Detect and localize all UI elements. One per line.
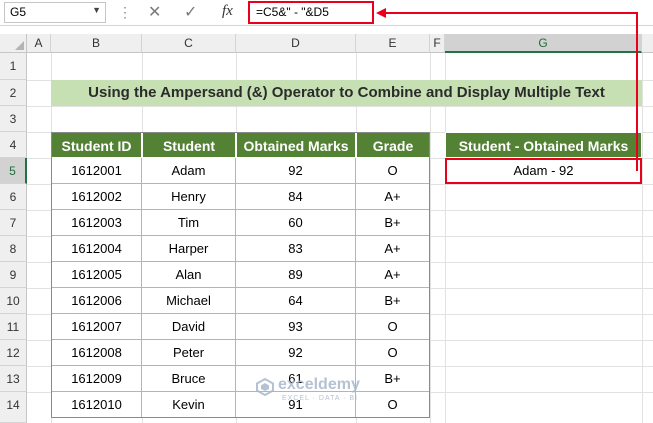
sheet-title[interactable]: Using the Ampersand (&) Operator to Comb… [51, 80, 642, 106]
header-student-obtained-marks[interactable]: Student - Obtained Marks [445, 132, 642, 158]
cell-grade[interactable]: A+ [356, 262, 430, 288]
select-all-button[interactable] [0, 34, 27, 53]
column-header-d[interactable]: D [236, 34, 356, 53]
column-header-e[interactable]: E [356, 34, 430, 53]
cell-student[interactable]: Adam [142, 158, 236, 184]
cell-student[interactable]: Kevin [142, 392, 236, 418]
cell-grade[interactable]: B+ [356, 288, 430, 314]
cell-student[interactable]: Bruce [142, 366, 236, 392]
cell-student-id[interactable]: 1612005 [51, 262, 142, 288]
column-header-h-partial[interactable] [642, 34, 653, 53]
name-box-value: G5 [10, 5, 27, 19]
row-header-10[interactable]: 10 [0, 288, 27, 314]
column-header-a[interactable]: A [27, 34, 51, 53]
column-header-f[interactable]: F [430, 34, 445, 53]
splitter-handle-icon[interactable]: ⋮ [118, 4, 132, 21]
chevron-down-icon[interactable]: ▼ [92, 5, 101, 15]
formula-text: =C5&" - "&D5 [256, 5, 329, 19]
exceldemy-logo-icon [256, 378, 274, 396]
row-header-8[interactable]: 8 [0, 236, 27, 262]
row-header-14[interactable]: 14 [0, 392, 27, 423]
name-box[interactable]: G5 ▼ [4, 2, 106, 23]
cell-student-id[interactable]: 1612002 [51, 184, 142, 210]
watermark-tagline: EXCEL · DATA · BI [282, 395, 358, 402]
cell-student-id[interactable]: 1612004 [51, 236, 142, 262]
formula-input[interactable]: =C5&" - "&D5 [248, 1, 374, 24]
formula-bar: G5 ▼ ⋮ ✕ ✓ fx =C5&" - "&D5 [0, 0, 653, 26]
cancel-icon[interactable]: ✕ [148, 2, 161, 22]
cell-obtained-marks[interactable]: 92 [236, 158, 356, 184]
row-header-5[interactable]: 5 [0, 158, 27, 184]
cell-student-id[interactable]: 1612008 [51, 340, 142, 366]
header-grade[interactable]: Grade [356, 132, 430, 158]
cell-grade[interactable]: B+ [356, 366, 430, 392]
cell-grade[interactable]: O [356, 158, 430, 184]
row-header-4[interactable]: 4 [0, 132, 27, 158]
cell-student[interactable]: Michael [142, 288, 236, 314]
cell-grade[interactable]: O [356, 392, 430, 418]
cell-student[interactable]: Harper [142, 236, 236, 262]
watermark-name: exceldemy [278, 376, 360, 393]
cell-obtained-marks[interactable]: 84 [236, 184, 356, 210]
cell-obtained-marks[interactable]: 60 [236, 210, 356, 236]
row-header-2[interactable]: 2 [0, 80, 27, 106]
cell-student[interactable]: Alan [142, 262, 236, 288]
cell-grade[interactable]: A+ [356, 236, 430, 262]
cell-obtained-marks[interactable]: 93 [236, 314, 356, 340]
cell-obtained-marks[interactable]: 92 [236, 340, 356, 366]
row-header-7[interactable]: 7 [0, 210, 27, 236]
cell-grade[interactable]: O [356, 340, 430, 366]
row-header-1[interactable]: 1 [0, 53, 27, 80]
row-header-11[interactable]: 11 [0, 314, 27, 340]
cell-obtained-marks[interactable]: 64 [236, 288, 356, 314]
row-header-13[interactable]: 13 [0, 366, 27, 392]
cell-student[interactable]: Peter [142, 340, 236, 366]
cell-grade[interactable]: O [356, 314, 430, 340]
header-student[interactable]: Student [142, 132, 236, 158]
header-student-id[interactable]: Student ID [51, 132, 142, 158]
column-header-c[interactable]: C [142, 34, 236, 53]
column-header-b[interactable]: B [51, 34, 142, 53]
row-header-6[interactable]: 6 [0, 184, 27, 210]
cell-student-id[interactable]: 1612003 [51, 210, 142, 236]
cell-student[interactable]: Henry [142, 184, 236, 210]
row-header-9[interactable]: 9 [0, 262, 27, 288]
cell-student-id[interactable]: 1612009 [51, 366, 142, 392]
cell-student-id[interactable]: 1612001 [51, 158, 142, 184]
header-obtained-marks[interactable]: Obtained Marks [236, 132, 356, 158]
cell-student-id[interactable]: 1612010 [51, 392, 142, 418]
row-header-3[interactable]: 3 [0, 106, 27, 132]
cell-student[interactable]: David [142, 314, 236, 340]
cell-obtained-marks[interactable]: 89 [236, 262, 356, 288]
cell-grade[interactable]: A+ [356, 184, 430, 210]
column-header-g[interactable]: G [445, 34, 642, 53]
cell-g5-result[interactable]: Adam - 92 [445, 158, 642, 184]
cell-student-id[interactable]: 1612007 [51, 314, 142, 340]
enter-check-icon[interactable]: ✓ [184, 2, 197, 22]
row-header-12[interactable]: 12 [0, 340, 27, 366]
insert-function-icon[interactable]: fx [222, 3, 233, 20]
cell-grade[interactable]: B+ [356, 210, 430, 236]
cell-student-id[interactable]: 1612006 [51, 288, 142, 314]
cell-student[interactable]: Tim [142, 210, 236, 236]
cell-obtained-marks[interactable]: 83 [236, 236, 356, 262]
